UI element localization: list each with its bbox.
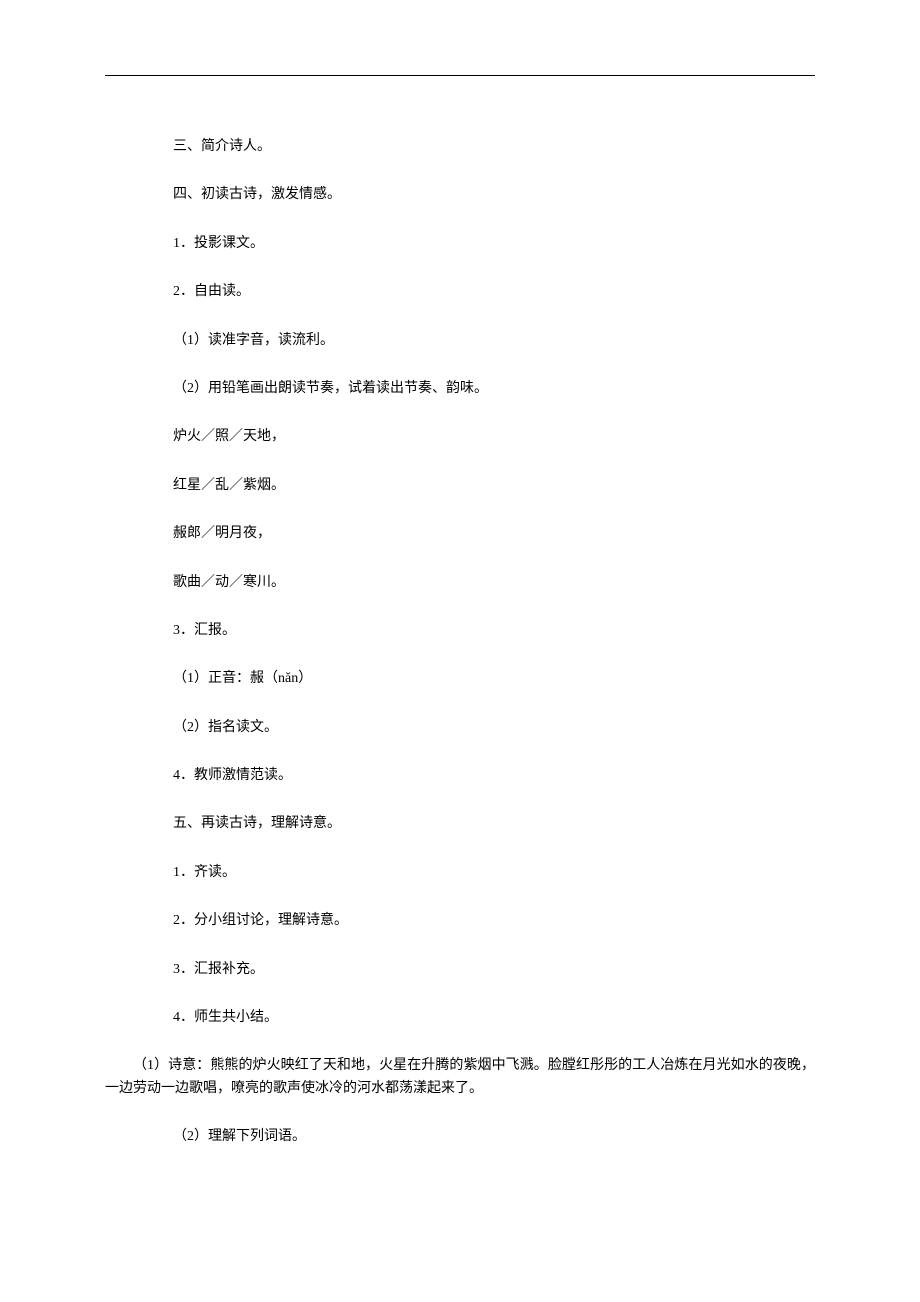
item-teacher-read: 4．教师激情范读。 (105, 765, 815, 787)
heading-section-5: 五、再读古诗，理解诗意。 (105, 813, 815, 835)
poem-line-1: 炉火／照／天地， (105, 426, 815, 448)
item-group-discuss: 2．分小组讨论，理解诗意。 (105, 910, 815, 932)
item-report-supplement: 3．汇报补充。 (105, 959, 815, 981)
heading-section-4: 四、初读古诗，激发情感。 (105, 184, 815, 206)
poem-line-4: 歌曲／动／寒川。 (105, 572, 815, 594)
item-projector: 1．投影课文。 (105, 233, 815, 255)
top-divider (105, 75, 815, 76)
subitem-pronounce: （1）读准字音，读流利。 (105, 330, 815, 352)
poem-line-2: 红星／乱／紫烟。 (105, 475, 815, 497)
subitem-rhythm: （2）用铅笔画出朗读节奏，试着读出节奏、韵味。 (105, 378, 815, 400)
item-report: 3．汇报。 (105, 620, 815, 642)
item-free-read: 2．自由读。 (105, 281, 815, 303)
poem-meaning: （1）诗意：熊熊的炉火映红了天和地，火星在升腾的紫烟中飞溅。脸膛红彤彤的工人冶炼… (105, 1055, 815, 1100)
subitem-name-read: （2）指名读文。 (105, 717, 815, 739)
item-summary: 4．师生共小结。 (105, 1007, 815, 1029)
vocabulary-understanding: （2）理解下列词语。 (105, 1126, 815, 1148)
subitem-correct-sound: （1）正音：赧（nǎn） (105, 668, 815, 690)
item-chorus-read: 1．齐读。 (105, 862, 815, 884)
poem-line-3: 赧郎／明月夜， (105, 523, 815, 545)
heading-section-3: 三、简介诗人。 (105, 136, 815, 158)
document-page: 三、简介诗人。 四、初读古诗，激发情感。 1．投影课文。 2．自由读。 （1）读… (0, 0, 920, 1302)
